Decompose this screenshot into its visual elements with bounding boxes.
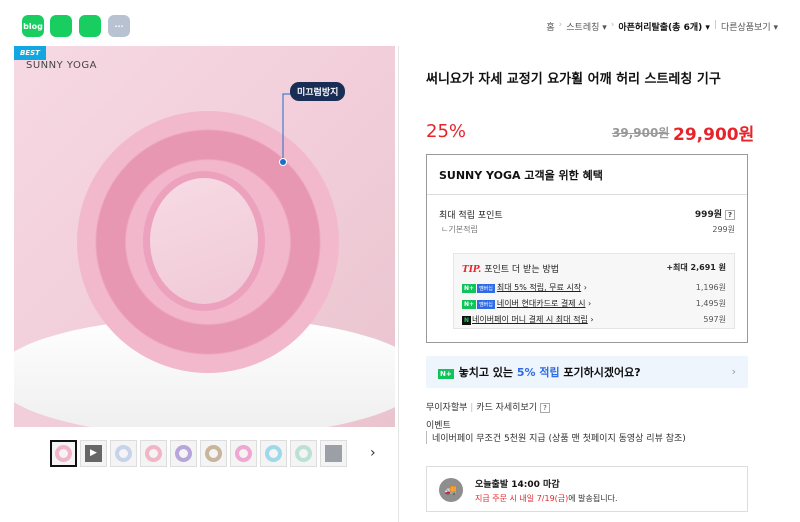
thumbnail-next-icon[interactable]: › xyxy=(370,445,376,461)
thumbnail-item[interactable] xyxy=(230,439,257,467)
basic-points-value: 299원 xyxy=(712,225,735,234)
npay-icon: N+ xyxy=(462,284,477,293)
sale-price: 29,900원 xyxy=(673,125,755,145)
event-text: 네이버페이 무조건 5천원 지급 (상품 맨 첫페이지 동영상 리뷰 참조) xyxy=(426,431,686,444)
tip-row-membership[interactable]: N+ 멤버십 최대 5% 적립, 무료 시작 › xyxy=(462,282,587,293)
basic-points-label: ㄴ기본적립 xyxy=(441,225,478,234)
tip-row-money[interactable]: N 네이버페이 머니 결제 시 최대 적립 › xyxy=(462,314,594,325)
thumbnail-image xyxy=(265,444,282,462)
thumbnail-item[interactable] xyxy=(260,439,287,467)
membership-badge-icon: 멤버십 xyxy=(477,300,495,309)
tip-row-text[interactable]: 최대 5% 적립, 무료 시작 xyxy=(497,283,581,292)
product-title: 써니요가 자세 교정기 요가휠 어깨 허리 스트레칭 기구 xyxy=(426,72,721,87)
callout-dot-icon xyxy=(279,158,287,166)
thumbnail-item[interactable] xyxy=(170,439,197,467)
tip-row-value: 1,495원 xyxy=(695,299,726,308)
more-share-label: ··· xyxy=(114,21,124,31)
blog-share-label: blog xyxy=(23,21,43,31)
event-label: 이벤트 xyxy=(426,421,451,431)
npay-money-icon: N xyxy=(462,316,472,325)
thumbnail-image xyxy=(235,444,252,462)
max-points-value-wrap: 999원? xyxy=(695,207,735,220)
breadcrumb-current[interactable]: 아픈허리탈출(총 6개) ▾ xyxy=(618,20,710,33)
thumbnail-strip: ▶ xyxy=(50,438,347,468)
tip-max: +최대 2,691 원 xyxy=(666,263,726,272)
installment-help-icon[interactable]: ? xyxy=(540,403,551,413)
tip-row-value: 597원 xyxy=(703,315,726,324)
points-banner[interactable]: N+ 놓치고 있는 5% 적립 포기하시겠어요? › xyxy=(426,356,748,388)
thumbnail-image xyxy=(115,444,132,462)
tip-row-value: 1,196원 xyxy=(695,283,726,292)
thumbnail-image xyxy=(295,444,312,462)
thumbnail-item[interactable] xyxy=(320,439,347,467)
max-points-value: 999원 xyxy=(694,210,722,220)
shipping-title: 오늘출발 14:00 마감 xyxy=(475,480,560,490)
thumbnail-item[interactable]: ▶ xyxy=(80,439,107,467)
benefit-header: SUNNY YOGA 고객을 위한 혜택 xyxy=(427,155,747,195)
banner-post: 포기하시겠어요? xyxy=(559,366,641,379)
shipping-notice-highlight: 지급 주문 시 내일 7/19(금) xyxy=(475,494,569,503)
bookmark-share-icon[interactable] xyxy=(79,15,101,37)
card-detail-link[interactable]: 카드 자세히보기 xyxy=(476,403,537,413)
thumbnail-image xyxy=(55,444,72,462)
benefit-box: SUNNY YOGA 고객을 위한 혜택 최대 적립 포인트 999원? ㄴ기본… xyxy=(426,154,748,343)
shipping-notice-rest: 에 발송됩니다. xyxy=(568,494,618,503)
blog-share-icon[interactable]: blog xyxy=(22,15,44,37)
tip-box: TIP. 포인트 더 받는 방법 +최대 2,691 원 N+ 멤버십 최대 5% … xyxy=(453,253,735,329)
installment-label: 무이자할부 xyxy=(426,403,468,413)
max-points-label: 최대 적립 포인트 xyxy=(439,211,503,221)
tip-label: TIP. xyxy=(462,265,482,275)
thumbnail-item[interactable] xyxy=(50,439,77,467)
thumbnail-image xyxy=(175,444,192,462)
anti-slip-callout: 미끄럼방지 xyxy=(290,82,346,101)
breadcrumb-home[interactable]: 홈 xyxy=(546,20,554,33)
npay-icon: N+ xyxy=(462,300,477,309)
thumbnail-item[interactable] xyxy=(110,439,137,467)
max-points-help-icon[interactable]: ? xyxy=(725,210,735,220)
thumbnail-image xyxy=(145,444,162,462)
banner-highlight: 5% 적립 xyxy=(516,366,560,379)
tip-row-card[interactable]: N+ 멤버십 네이버 현대카드로 결제 시 › xyxy=(462,298,591,309)
banner-pre: 놓치고 있는 xyxy=(458,366,517,379)
tip-row-text[interactable]: 네이버페이 머니 결제 시 최대 적립 xyxy=(472,315,588,324)
thumbnail-item[interactable] xyxy=(140,439,167,467)
more-share-icon[interactable]: ··· xyxy=(108,15,130,37)
cafe-share-icon[interactable] xyxy=(50,15,72,37)
npay-plus-icon: N+ xyxy=(438,369,454,379)
breadcrumb-other[interactable]: 다른상품보기 ▾ xyxy=(721,20,778,33)
truck-icon: 🚚 xyxy=(439,478,463,502)
shipping-notice: 지급 주문 시 내일 7/19(금)에 발송됩니다. xyxy=(475,493,618,504)
video-play-icon: ▶ xyxy=(85,444,102,462)
shipping-box: 🚚 오늘출발 14:00 마감 지급 주문 시 내일 7/19(금)에 발송됩니… xyxy=(426,466,748,512)
thumbnail-image xyxy=(205,444,222,462)
installment-row: 무이자할부 | 카드 자세히보기? xyxy=(426,400,551,413)
original-price: 39,900원 xyxy=(612,126,670,140)
discount-rate: 25% xyxy=(426,121,467,142)
banner-arrow-icon: › xyxy=(731,365,736,378)
product-main-image[interactable]: BEST SUNNY YOGA 미끄럼방지 xyxy=(14,46,395,427)
breadcrumb-category[interactable]: 스트레칭 ▾ xyxy=(566,20,607,33)
tip-text: 포인트 더 받는 방법 xyxy=(484,265,560,275)
callout-line-icon xyxy=(282,93,294,162)
thumbnail-item[interactable] xyxy=(200,439,227,467)
thumbnail-image xyxy=(325,444,342,462)
top-bar: blog ··· 홈 › 스트레칭 ▾ › 아픈허리탈출(총 6개) ▾ | 다른상품… xyxy=(0,0,800,44)
tip-row-text[interactable]: 네이버 현대카드로 결제 시 xyxy=(497,299,586,308)
thumbnail-item[interactable] xyxy=(290,439,317,467)
membership-badge-icon: 멤버십 xyxy=(477,284,495,293)
panel-divider xyxy=(398,46,399,522)
breadcrumb: 홈 › 스트레칭 ▾ › 아픈허리탈출(총 6개) ▾ | 다른상품보기 ▾ xyxy=(546,20,778,33)
